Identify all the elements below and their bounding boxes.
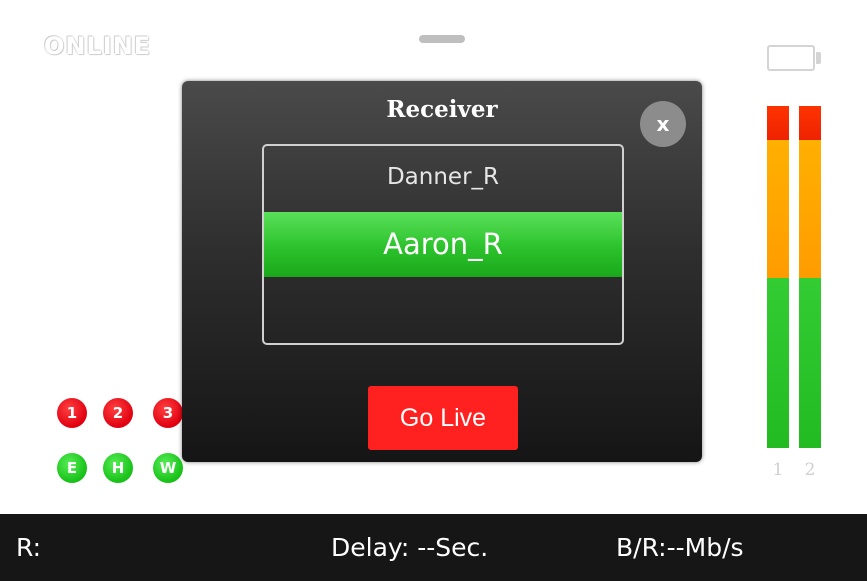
channel-1-indicator[interactable]: 1 xyxy=(57,398,87,428)
meter-warn-segment xyxy=(799,140,821,278)
bitrate-readout: B/R:--Mb/s xyxy=(616,533,744,562)
receiver-dialog: Receiver x Danner_R Aaron_R Go Live xyxy=(182,81,702,462)
battery-icon xyxy=(767,45,815,71)
audio-meter-1-label: 1 xyxy=(772,460,784,480)
meter-peak-segment xyxy=(799,106,821,140)
app-screen: ONLINE 1 2 1 2 3 4 5 6 7 E H W Receiver … xyxy=(0,0,867,581)
channel-w-indicator[interactable]: W xyxy=(153,453,183,483)
receiver-readout: R: xyxy=(16,533,42,562)
drag-handle[interactable] xyxy=(419,35,465,43)
meter-warn-segment xyxy=(767,140,789,278)
close-button[interactable]: x xyxy=(640,101,686,147)
delay-readout: Delay: --Sec. xyxy=(331,533,489,562)
channel-3-indicator[interactable]: 3 xyxy=(153,398,183,428)
audio-meter-2 xyxy=(799,106,821,448)
channel-2-indicator[interactable]: 2 xyxy=(103,398,133,428)
audio-meter-1 xyxy=(767,106,789,448)
channel-h-indicator[interactable]: H xyxy=(103,453,133,483)
audio-meter-2-label: 2 xyxy=(804,460,816,480)
meter-peak-segment xyxy=(767,106,789,140)
receiver-list-item-selected[interactable]: Aaron_R xyxy=(264,212,622,277)
channel-e-indicator[interactable]: E xyxy=(57,453,87,483)
receiver-list-item[interactable]: Danner_R xyxy=(264,164,622,190)
meter-level-segment xyxy=(767,278,789,448)
status-bar: R: Delay: --Sec. B/R:--Mb/s xyxy=(0,514,867,581)
battery-tip xyxy=(816,52,821,64)
meter-level-segment xyxy=(799,278,821,448)
receiver-list[interactable]: Danner_R Aaron_R xyxy=(262,144,624,345)
go-live-button[interactable]: Go Live xyxy=(368,386,518,450)
connection-status: ONLINE xyxy=(44,32,152,60)
dialog-title: Receiver xyxy=(386,96,498,123)
